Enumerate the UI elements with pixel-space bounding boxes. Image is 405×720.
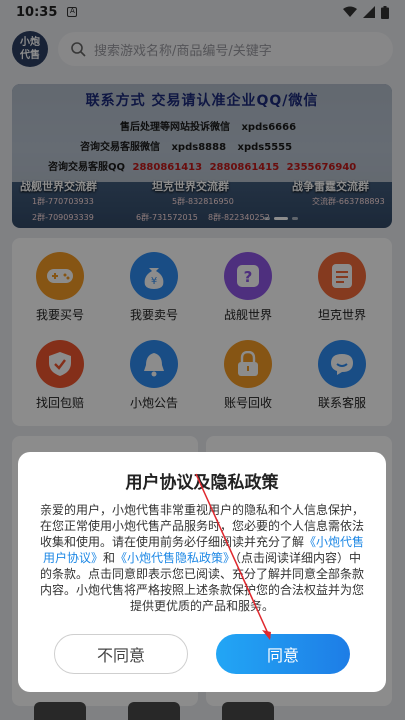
- dialog-title: 用户协议及隐私政策: [125, 473, 279, 493]
- dialog-body: 亲爱的用户，小炮代售非常重视用户的隐私和个人信息保护，在您正常使用小炮代售产品服…: [38, 502, 366, 614]
- agree-button[interactable]: 同意: [216, 634, 350, 674]
- privacy-policy-link[interactable]: 《小炮代售隐私政策》: [115, 551, 235, 565]
- privacy-dialog: 用户协议及隐私政策 亲爱的用户，小炮代售非常重视用户的隐私和个人信息保护，在您正…: [18, 452, 386, 692]
- dialog-text-and: 和: [102, 551, 115, 565]
- decline-button[interactable]: 不同意: [54, 634, 188, 674]
